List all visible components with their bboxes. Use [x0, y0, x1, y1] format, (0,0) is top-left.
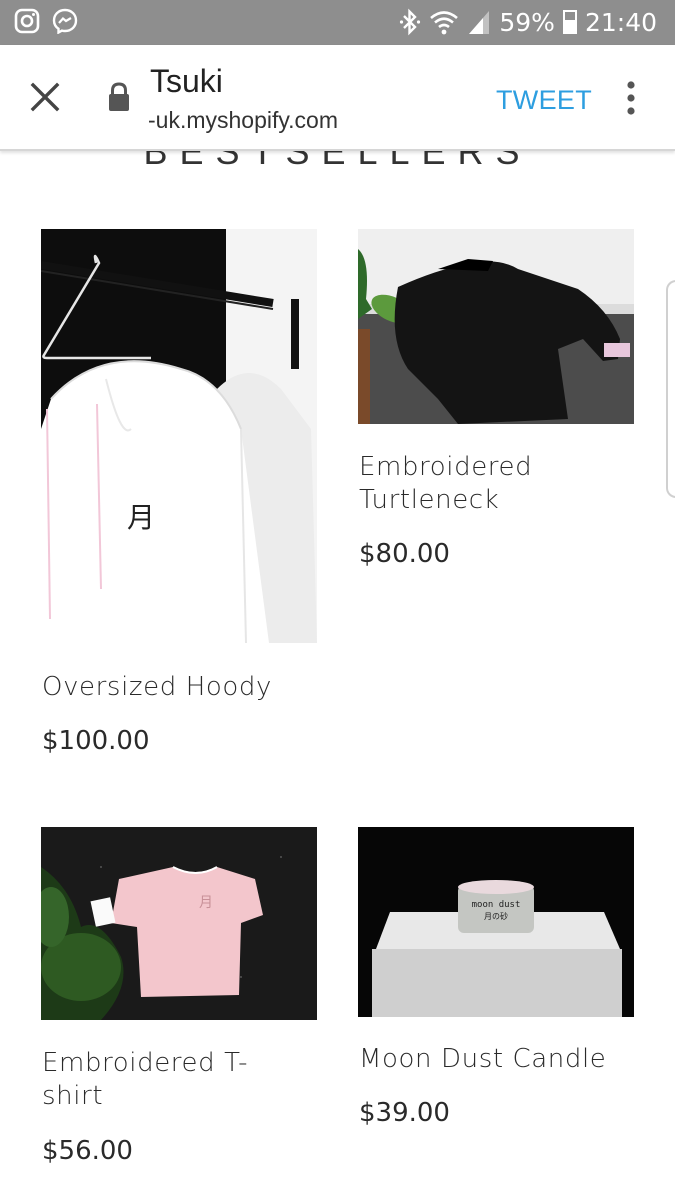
- product-name[interactable]: Oversized Hoody: [42, 671, 318, 704]
- wifi-icon: [430, 11, 459, 35]
- product-card-tshirt[interactable]: 月 Embroidered T-shirt: [41, 827, 317, 1127]
- battery-icon: [562, 10, 577, 34]
- product-card-turtleneck[interactable]: Embroidered Turtleneck: [358, 229, 634, 559]
- product-price-hoody: $100.00: [42, 726, 150, 756]
- tweet-button[interactable]: TWEET: [496, 85, 592, 116]
- product-image-candle[interactable]: moon dust 月の砂: [358, 827, 634, 1017]
- product-image-tshirt[interactable]: 月: [41, 827, 317, 1020]
- product-price-tshirt: $56.00: [42, 1136, 133, 1166]
- product-name[interactable]: Moon Dust Candle: [359, 1043, 635, 1076]
- clock: 21:40: [584, 7, 657, 37]
- messenger-icon: [52, 8, 78, 34]
- close-icon: [30, 82, 60, 112]
- page-url[interactable]: -uk.myshopify.com: [148, 107, 338, 134]
- product-card-hoody[interactable]: 月 Oversized Hoody: [41, 229, 317, 702]
- product-image-hoody[interactable]: 月: [41, 229, 317, 643]
- product-image-turtleneck[interactable]: [358, 229, 634, 424]
- signal-icon: [469, 11, 490, 34]
- scroll-handle[interactable]: [666, 280, 675, 498]
- product-name[interactable]: Embroidered Turtleneck: [359, 451, 635, 517]
- status-bar: 59% 21:40: [0, 0, 675, 45]
- instagram-icon: [14, 8, 40, 34]
- battery-percent: 59%: [499, 7, 555, 37]
- product-name[interactable]: Embroidered T-shirt: [42, 1047, 302, 1113]
- section-title: BESTSELLERS: [143, 151, 532, 172]
- candle-label-jp: 月の砂: [484, 911, 508, 921]
- more-vert-icon[interactable]: [620, 79, 642, 119]
- product-price-turtleneck: $80.00: [359, 539, 450, 569]
- tshirt-kanji: 月: [199, 895, 213, 911]
- page-title: Tsuki: [150, 63, 223, 99]
- page-content: BESTSELLERS 月 Oversized Hoody $100.00 Em…: [0, 151, 675, 1200]
- browser-toolbar: Tsuki -uk.myshopify.com TWEET: [0, 45, 675, 151]
- bluetooth-icon: [400, 8, 421, 36]
- lock-icon: [109, 82, 129, 111]
- close-button[interactable]: [26, 78, 64, 116]
- candle-label: moon dust: [472, 900, 521, 910]
- moon-kanji: 月: [127, 501, 155, 534]
- product-price-candle: $39.00: [359, 1098, 450, 1128]
- product-card-candle[interactable]: moon dust 月の砂 Moon Dust Candle: [358, 827, 634, 1127]
